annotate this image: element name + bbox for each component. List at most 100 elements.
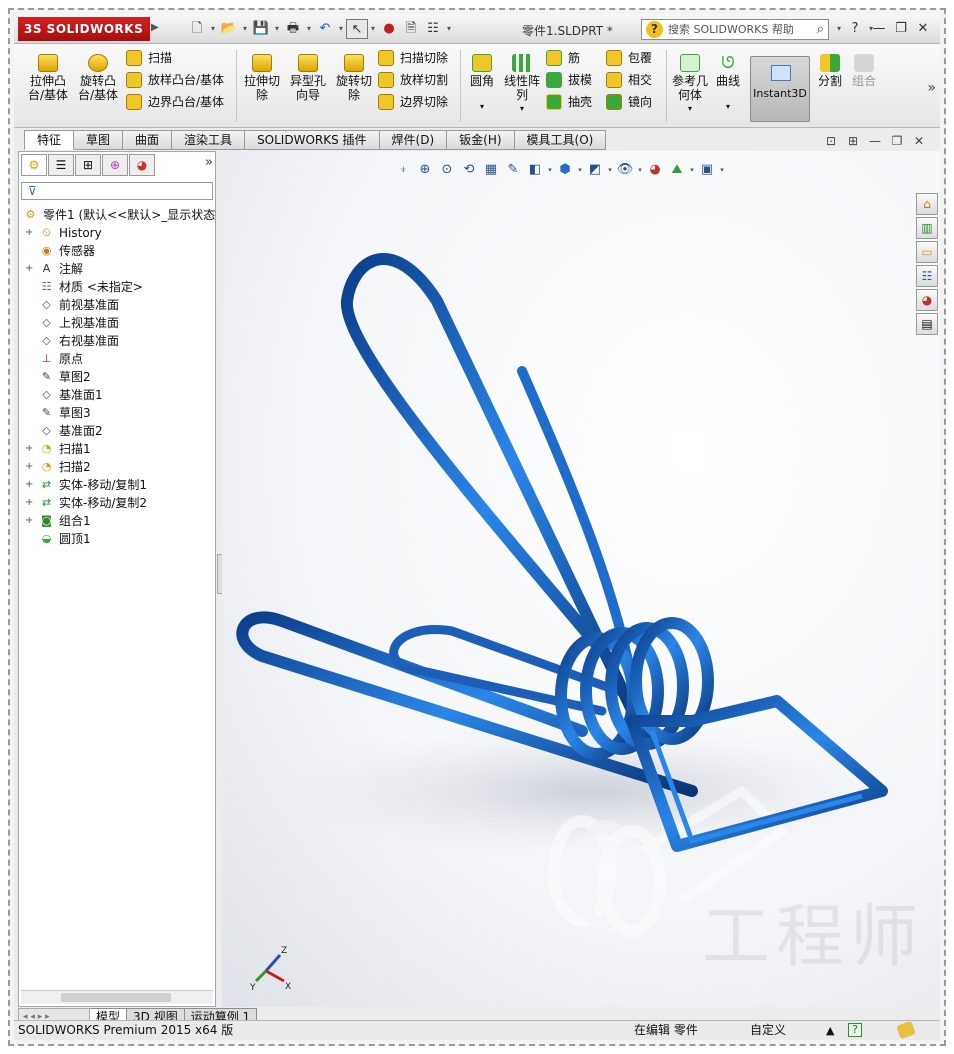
save-icon[interactable]: 💾: [250, 19, 272, 39]
fillet-button[interactable]: 圆角 ▾: [464, 54, 500, 114]
search-dropdown-icon[interactable]: ▾: [834, 19, 844, 39]
graphics-viewport[interactable]: ⍖ ⊕ ⊙ ⟲ ▦ ✎ ◧ ▾ ⬢ ▾ ◩ ▾ 👁 ▾ ◕ ⛰ ▾ ▣ ▾ 工程…: [222, 151, 940, 1007]
tree-item[interactable]: + ⇄ 实体-移动/复制1: [21, 476, 213, 494]
close-icon[interactable]: ✕: [912, 19, 934, 39]
file-properties-icon[interactable]: 🗎: [400, 19, 422, 39]
tree-item[interactable]: ✎ 草图3: [21, 404, 213, 422]
clip-model-render[interactable]: [222, 151, 940, 1007]
print-icon[interactable]: 🖶: [282, 19, 304, 39]
expand-toggle-icon[interactable]: +: [25, 260, 35, 278]
curves-button[interactable]: ᘎ 曲线 ▾: [712, 54, 744, 114]
tab-render-tools[interactable]: 渲染工具: [172, 130, 246, 150]
dimxpert-tab-icon[interactable]: ⊕: [102, 154, 128, 176]
doc-minimize-icon[interactable]: —: [864, 134, 886, 148]
help-search-input[interactable]: ? 搜索 SOLIDWORKS 帮助 ⌕: [641, 19, 829, 40]
property-manager-tab-icon[interactable]: ☰: [48, 154, 74, 176]
doc-close-icon[interactable]: ✕: [908, 134, 930, 148]
loft-boss-button[interactable]: 放样凸台/基体: [126, 70, 224, 90]
design-library-icon[interactable]: ▥: [916, 217, 938, 239]
tree-item[interactable]: + ◔ 扫描2: [21, 458, 213, 476]
appearances-scenes-icon[interactable]: ◕: [916, 289, 938, 311]
feature-tree-scrollbar[interactable]: [21, 990, 213, 1004]
expand-toggle-icon[interactable]: +: [25, 512, 35, 530]
options-dropdown-icon[interactable]: ▾: [444, 19, 454, 39]
tab-sheet-metal[interactable]: 钣金(H): [447, 130, 515, 150]
tab-features[interactable]: 特征: [24, 130, 75, 150]
unit-system-arrow-icon[interactable]: ▲: [826, 1021, 834, 1040]
sweep-button[interactable]: 扫描: [126, 48, 172, 68]
instant3d-button[interactable]: Instant3D: [750, 56, 810, 122]
curves-dropdown-icon[interactable]: ▾: [712, 100, 744, 114]
save-dropdown-icon[interactable]: ▾: [272, 19, 282, 39]
tree-item[interactable]: ◇ 基准面2: [21, 422, 213, 440]
select-cursor-icon[interactable]: ↖: [346, 19, 368, 39]
tree-item[interactable]: ✎ 草图2: [21, 368, 213, 386]
tab-sketch[interactable]: 草图: [74, 130, 124, 150]
reference-geometry-button[interactable]: 参考几 何体 ▾: [670, 54, 710, 116]
expand-toggle-icon[interactable]: +: [25, 476, 35, 494]
print-dropdown-icon[interactable]: ▾: [304, 19, 314, 39]
open-dropdown-icon[interactable]: ▾: [240, 19, 250, 39]
tree-item[interactable]: ◇ 基准面1: [21, 386, 213, 404]
swept-cut-button[interactable]: 扫描切除: [378, 48, 448, 68]
intersect-button[interactable]: 相交: [606, 70, 652, 90]
lofted-cut-button[interactable]: 放样切割: [378, 70, 448, 90]
solidworks-logo[interactable]: 3S SOLIDWORKS: [18, 17, 150, 41]
mirror-button[interactable]: 镜向: [606, 92, 652, 112]
new-document-icon[interactable]: 🗋: [186, 19, 208, 39]
extrude-cut-button[interactable]: 拉伸切 除: [240, 54, 284, 102]
tab-mold-tools[interactable]: 模具工具(O): [514, 130, 607, 150]
hole-wizard-button[interactable]: 异型孔 向导: [286, 54, 330, 102]
cascade-window-icon[interactable]: ⊞: [842, 134, 864, 148]
tree-root-part[interactable]: ⚙ 零件1 (默认<<默认>_显示状态: [21, 206, 216, 224]
tree-item[interactable]: ⊥ 原点: [21, 350, 213, 368]
help-icon[interactable]: ?: [844, 19, 866, 39]
wrap-button[interactable]: 包覆: [606, 48, 652, 68]
feature-tree-tab-icon[interactable]: ⚙: [21, 154, 47, 176]
solidworks-resources-icon[interactable]: ⌂: [916, 193, 938, 215]
extrude-boss-button[interactable]: 拉伸凸 台/基体: [24, 54, 72, 102]
revolve-boss-button[interactable]: 旋转凸 台/基体: [74, 54, 122, 102]
tree-item[interactable]: ☷ 材质 <未指定>: [21, 278, 213, 296]
split-button[interactable]: 分割: [814, 54, 846, 88]
tree-item[interactable]: + ⏲ History: [21, 224, 213, 242]
tag-icon[interactable]: [896, 1020, 916, 1040]
search-icon[interactable]: ⌕: [817, 20, 824, 39]
shell-button[interactable]: 抽壳: [546, 92, 592, 112]
configuration-manager-tab-icon[interactable]: ⊞: [75, 154, 101, 176]
minimize-icon[interactable]: —: [868, 19, 890, 39]
expand-toggle-icon[interactable]: +: [25, 224, 35, 242]
tile-window-icon[interactable]: ⊡: [820, 134, 842, 148]
expand-toggle-icon[interactable]: +: [25, 440, 35, 458]
tree-filter-input[interactable]: ⊽: [21, 182, 213, 200]
linear-pattern-button[interactable]: 线性阵 列 ▾: [500, 54, 544, 116]
tab-weldments[interactable]: 焊件(D): [379, 130, 448, 150]
tree-item[interactable]: + ◔ 扫描1: [21, 440, 213, 458]
fillet-dropdown-icon[interactable]: ▾: [464, 100, 500, 114]
tab-surfaces[interactable]: 曲面: [123, 130, 173, 150]
tree-item[interactable]: + ◙ 组合1: [21, 512, 213, 530]
scrollbar-thumb[interactable]: [61, 993, 171, 1002]
boundary-boss-button[interactable]: 边界凸台/基体: [126, 92, 224, 112]
panel-expand-icon[interactable]: »: [205, 155, 213, 170]
help-status-icon[interactable]: ?: [848, 1023, 862, 1037]
new-dropdown-icon[interactable]: ▾: [208, 19, 218, 39]
undo-dropdown-icon[interactable]: ▾: [336, 19, 346, 39]
select-dropdown-icon[interactable]: ▾: [368, 19, 378, 39]
tree-item[interactable]: + A 注解: [21, 260, 213, 278]
unit-system[interactable]: 自定义: [750, 1021, 786, 1040]
view-palette-icon[interactable]: ☷: [916, 265, 938, 287]
display-manager-tab-icon[interactable]: ◕: [129, 154, 155, 176]
file-explorer-icon[interactable]: ▭: [916, 241, 938, 263]
reference-dropdown-icon[interactable]: ▾: [670, 102, 710, 116]
undo-icon[interactable]: ↶: [314, 19, 336, 39]
tab-addins[interactable]: SOLIDWORKS 插件: [245, 130, 380, 150]
expand-toggle-icon[interactable]: +: [25, 458, 35, 476]
tree-item[interactable]: ◇ 右视基准面: [21, 332, 213, 350]
pattern-dropdown-icon[interactable]: ▾: [500, 102, 544, 116]
tree-item[interactable]: ◒ 圆顶1: [21, 530, 213, 548]
tree-item[interactable]: ◇ 前视基准面: [21, 296, 213, 314]
custom-properties-icon[interactable]: ▤: [916, 313, 938, 335]
combine-button[interactable]: 组合: [848, 54, 880, 88]
rib-button[interactable]: 筋: [546, 48, 580, 68]
